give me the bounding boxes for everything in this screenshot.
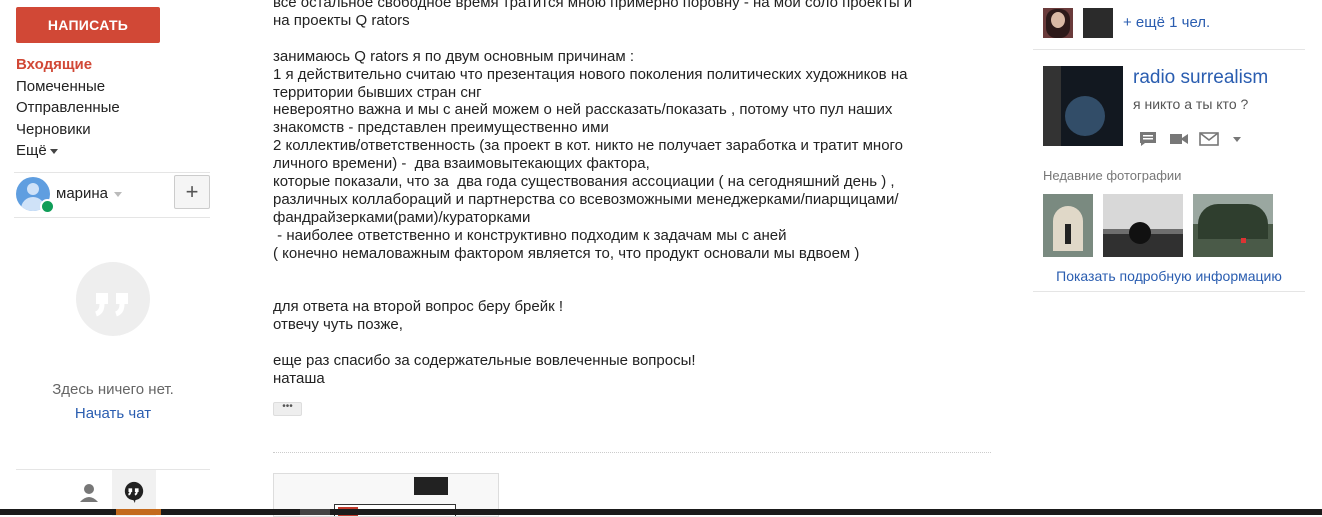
message-line [273,30,993,48]
message-line: фандрайзерками(рами)/кураторками [273,208,531,226]
message-line: - наиболее ответственно и конструктивно … [273,226,787,244]
message-body: все остальное свободное время тратится м… [273,0,993,388]
online-status-icon [40,199,55,214]
divider [1033,49,1305,50]
message-line: для ответа на второй вопрос беру брейк ! [273,298,564,316]
message-divider [273,452,991,453]
message-line: личного времени) - два взаимовытекающих … [273,155,650,173]
message-line: занимаюсь Q rators я по двум основным пр… [273,47,635,65]
start-chat-link[interactable]: Начать чат [16,405,210,422]
taskbar-highlight [116,509,161,515]
recent-photos-label: Недавние фотографии [1043,168,1182,183]
plus-icon: + [185,179,199,204]
chat-user-name-label: марина [56,185,109,202]
hangouts-quote-icon [76,262,150,336]
message-line: различных коллабораций и партнерства со … [273,190,899,208]
contact-photo[interactable] [1043,66,1123,146]
show-details-link[interactable]: Показать подробную информацию [1033,268,1305,284]
message-line: все остальное свободное время тратится м… [273,0,913,11]
video-icon[interactable] [1169,131,1189,152]
message-line: на проекты Q rators [273,11,410,29]
message-line: знакомств - представлен преимущественно … [273,119,609,137]
contact-name[interactable]: radio surrealism [1133,67,1268,89]
avatar[interactable] [1083,8,1113,38]
message-line: территории бывших стран снг [273,83,482,101]
chat-icon[interactable] [1139,131,1157,152]
caret-down-icon [49,148,58,154]
nav-more[interactable]: Ещё [16,140,206,162]
recent-photo[interactable] [1193,194,1273,257]
nav-starred[interactable]: Помеченные [16,76,206,98]
message-line: невероятно важна и мы с аней можем о ней… [273,101,893,119]
show-trimmed-content-button[interactable]: ••• [273,402,302,416]
chat-user-row: марина + [14,172,210,218]
message-line: еще раз спасибо за содержательные вовлеч… [273,352,696,370]
hangouts-icon [124,481,144,503]
mail-folders: Входящие Помеченные Отправленные Чернови… [16,54,206,162]
person-icon[interactable] [76,480,102,506]
recent-photo[interactable] [1103,194,1183,257]
nav-sent[interactable]: Отправленные [16,97,206,119]
message-line [273,280,993,298]
message-line [273,263,993,281]
chat-user-name[interactable]: марина [56,185,123,202]
mail-icon[interactable] [1199,131,1219,152]
compose-button[interactable]: НАПИСАТЬ [16,7,160,43]
taskbar [0,509,1322,515]
contact-status: я никто а ты кто ? [1133,96,1249,112]
taskbar-item [300,509,330,515]
message-line: наташа [273,369,325,387]
message-line: которые показали, что за два года сущест… [273,173,895,191]
nav-inbox[interactable]: Входящие [16,54,206,76]
message-line: отвечу чуть позже, [273,316,403,334]
message-line: ( конечно немаловажным фактором является… [273,244,860,262]
new-chat-button[interactable]: + [174,175,210,209]
nav-more-label: Ещё [16,142,47,159]
message-line: 1 я действительно считаю что презентация… [273,65,908,83]
nav-drafts[interactable]: Черновики [16,119,206,141]
message-line [273,334,993,352]
divider [1033,291,1305,292]
message-line: 2 коллектив/ответственность (за проект в… [273,137,904,155]
more-people-link[interactable]: + ещё 1 чел. [1123,14,1210,31]
avatar[interactable] [1043,8,1073,38]
caret-down-icon [114,191,123,197]
attachment-thumb-dark [414,477,448,495]
recent-photo[interactable] [1043,194,1093,257]
chat-empty-text: Здесь ничего нет. [52,381,174,398]
